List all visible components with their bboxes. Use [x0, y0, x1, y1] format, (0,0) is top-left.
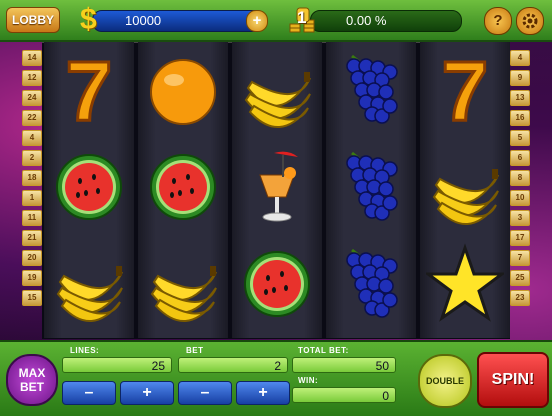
- reel-1: 7: [44, 42, 134, 338]
- line-number: 18: [22, 170, 42, 186]
- max-bet-label: MAX BET: [18, 366, 46, 394]
- dollar-icon: $: [80, 3, 97, 36]
- level-progress-bar: 0.00 %: [310, 10, 462, 32]
- banana-icon: [150, 266, 217, 323]
- line-number: 20: [22, 250, 42, 266]
- max-bet-button[interactable]: MAX BET: [6, 354, 58, 406]
- reel-5: 7: [420, 42, 510, 338]
- line-number: 8: [510, 170, 530, 186]
- seven-icon: 7: [440, 48, 490, 132]
- level-number: 1: [297, 8, 307, 27]
- line-number: 25: [510, 270, 530, 286]
- line-number: 15: [22, 290, 42, 306]
- star-icon: [426, 243, 504, 322]
- bet-decrease-button[interactable]: –: [178, 381, 232, 405]
- line-number: 11: [22, 210, 42, 226]
- grapes-symbol: [326, 139, 416, 235]
- orange-icon: [150, 59, 216, 125]
- total-bet-label: TOTAL BET:: [298, 346, 349, 355]
- bet-increase-button[interactable]: +: [236, 381, 290, 405]
- lines-label: LINES:: [70, 346, 100, 355]
- line-number: 3: [510, 210, 530, 226]
- add-coins-button[interactable]: +: [246, 10, 268, 32]
- grapes-symbol: [326, 236, 416, 332]
- line-number: 1: [22, 190, 42, 206]
- total-bet-value: 50: [292, 357, 396, 373]
- line-number: 17: [510, 230, 530, 246]
- banana-symbol: [420, 139, 510, 235]
- seven-symbol: 7: [420, 42, 510, 138]
- line-number: 4: [22, 130, 42, 146]
- cocktail-icon: [259, 151, 298, 222]
- balance-value: 10000: [125, 13, 162, 28]
- line-number: 24: [22, 90, 42, 106]
- watermelon-symbol: [232, 236, 322, 332]
- line-number: 23: [510, 290, 530, 306]
- bet-label: BET: [186, 346, 204, 355]
- lines-value: 25: [62, 357, 172, 373]
- reel-2: [138, 42, 228, 338]
- line-number: 7: [510, 250, 530, 266]
- line-number: 12: [22, 70, 42, 86]
- watermelon-symbol: [44, 139, 134, 235]
- help-button[interactable]: ?: [484, 7, 512, 35]
- banana-symbol: [232, 42, 322, 138]
- double-button[interactable]: DOUBLE: [418, 354, 472, 408]
- line-number: 6: [510, 150, 530, 166]
- lines-decrease-button[interactable]: –: [62, 381, 116, 405]
- reel-4: [326, 42, 416, 338]
- grapes-icon: [346, 151, 398, 221]
- line-number: 13: [510, 90, 530, 106]
- level-progress-text: 0.00 %: [346, 13, 387, 28]
- balance-display: 10000: [92, 10, 264, 32]
- star-symbol: [420, 236, 510, 332]
- line-number: 5: [510, 130, 530, 146]
- win-label: WIN:: [298, 376, 319, 385]
- watermelon-symbol: [138, 139, 228, 235]
- line-number: 4: [510, 50, 530, 66]
- reel-3: [232, 42, 322, 338]
- cocktail-symbol: [232, 139, 322, 235]
- seven-icon: 7: [64, 48, 114, 132]
- line-number: 19: [22, 270, 42, 286]
- right-line-numbers: 4 9 13 16 5 6 8 10 3 17 7 25 23: [510, 50, 530, 310]
- bet-value: 2: [178, 357, 288, 373]
- grapes-icon: [346, 248, 398, 318]
- svg-text:7: 7: [66, 48, 113, 132]
- left-line-numbers: 14 12 24 22 4 2 18 1 11 21 20 19 15: [22, 50, 42, 310]
- line-number: 22: [22, 110, 42, 126]
- gear-icon: [522, 13, 538, 29]
- settings-button[interactable]: [516, 7, 544, 35]
- spin-button[interactable]: SPIN!: [477, 352, 549, 408]
- line-number: 14: [22, 50, 42, 66]
- orange-symbol: [138, 42, 228, 138]
- watermelon-icon: [56, 154, 122, 220]
- watermelon-icon: [150, 154, 216, 220]
- banana-icon: [432, 169, 499, 226]
- grapes-icon: [346, 54, 398, 124]
- line-number: 9: [510, 70, 530, 86]
- win-value: 0: [292, 387, 396, 403]
- line-number: 2: [22, 150, 42, 166]
- lines-increase-button[interactable]: +: [120, 381, 174, 405]
- banana-icon: [244, 72, 311, 129]
- lobby-button[interactable]: LOBBY: [6, 7, 60, 33]
- watermelon-icon: [244, 251, 310, 317]
- grapes-symbol: [326, 42, 416, 138]
- line-number: 10: [510, 190, 530, 206]
- seven-symbol: 7: [44, 42, 134, 138]
- banana-icon: [56, 266, 123, 323]
- banana-symbol: [138, 236, 228, 332]
- line-number: 16: [510, 110, 530, 126]
- svg-text:7: 7: [442, 48, 489, 132]
- line-number: 21: [22, 230, 42, 246]
- banana-symbol: [44, 236, 134, 332]
